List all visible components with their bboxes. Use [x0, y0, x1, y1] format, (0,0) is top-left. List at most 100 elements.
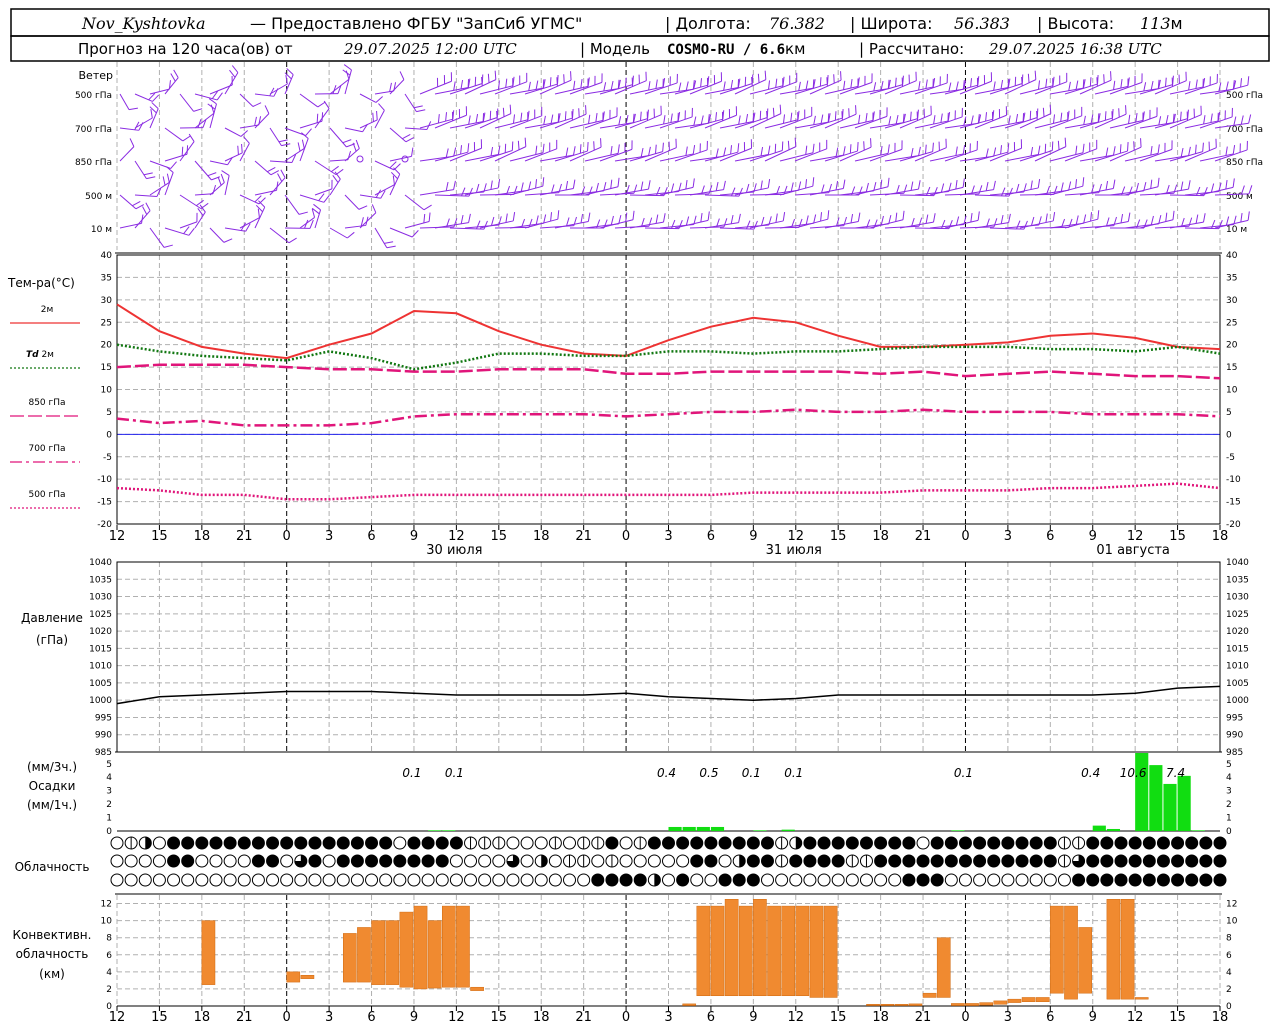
wind-feather	[857, 212, 861, 222]
wind-feather	[843, 80, 846, 90]
wind-feather	[1021, 76, 1023, 86]
day-label: 31 июля	[766, 543, 822, 558]
wind-feather	[775, 213, 778, 223]
cloud-symbol	[647, 854, 661, 868]
cloud-symbol	[251, 854, 265, 868]
wind-feather	[148, 92, 156, 101]
wind-feather	[1045, 78, 1048, 88]
conv-title-1: Конвективн.	[13, 928, 92, 942]
pressure-ytick: 1030	[89, 593, 112, 603]
legend-label: 2м	[41, 305, 54, 315]
cloud-symbol	[195, 873, 209, 887]
cloud-symbol	[1015, 836, 1029, 850]
cloud-symbol	[124, 873, 138, 887]
wind-feather	[648, 81, 651, 91]
wind-feather	[151, 102, 159, 110]
wind-feather	[1000, 79, 1004, 90]
cloud-symbol	[379, 836, 393, 850]
wind-feather	[1045, 213, 1048, 223]
wind-feather	[610, 215, 614, 225]
cloud-symbol	[1015, 854, 1029, 868]
wind-feather	[700, 115, 704, 125]
wind-feather	[487, 73, 490, 83]
cloud-symbol	[944, 836, 958, 850]
wind-feather	[707, 211, 710, 221]
wind-feather	[948, 82, 952, 92]
precip-ytick: 0	[1226, 827, 1232, 837]
wind-feather	[390, 171, 398, 180]
cloud-symbol	[845, 836, 859, 850]
wind-feather	[865, 182, 869, 192]
precip-ytick: 1	[106, 814, 112, 824]
wind-feather	[798, 81, 801, 91]
cloud-symbol	[888, 854, 902, 868]
wind-feather	[654, 144, 657, 154]
wind-feather	[819, 77, 822, 87]
wind-feather	[993, 180, 996, 190]
wind-feather	[715, 112, 718, 122]
cloud-symbol	[1156, 836, 1170, 850]
cloud-symbol	[1057, 873, 1071, 887]
wind-feather	[909, 111, 912, 121]
calc-time: 29.07.2025 16:38 UTC	[988, 40, 1162, 58]
cloud-symbol	[548, 854, 562, 868]
precip-bar	[442, 830, 456, 831]
wind-barb	[1169, 221, 1204, 229]
wind-feather	[1000, 214, 1004, 224]
cloud-symbol	[421, 836, 435, 850]
x-tick-label: 15	[151, 529, 168, 544]
wind-feather	[1240, 78, 1243, 88]
wind-barb	[389, 173, 401, 196]
wind-feather	[181, 146, 184, 156]
wind-barb	[239, 194, 260, 205]
x-tick-label: 0	[961, 1010, 969, 1024]
wind-feather	[556, 77, 558, 87]
wind-feather	[610, 80, 614, 90]
conv-ytick: 10	[1226, 917, 1238, 927]
wind-feather	[692, 144, 696, 155]
wind-feather	[460, 214, 464, 224]
wind-barb	[629, 221, 664, 229]
cloud-symbol	[181, 854, 195, 868]
precip-ytick: 5	[106, 760, 112, 770]
wind-feather	[428, 212, 431, 222]
convective-bar	[470, 986, 484, 991]
cloud-symbol	[1100, 854, 1114, 868]
wind-feather	[1112, 179, 1116, 189]
wind-barb	[854, 152, 889, 162]
forecast-prefix: Прогноз на 120 часа(ов) от	[78, 40, 293, 58]
wind-feather	[610, 146, 613, 156]
cloud-symbol	[1043, 836, 1057, 850]
cloud-symbol	[209, 854, 223, 868]
wind-feather	[648, 146, 651, 156]
wind-barb	[434, 151, 468, 162]
cloud-symbol	[449, 873, 463, 887]
temp-ytick: 30	[1226, 296, 1238, 306]
wind-feather	[940, 113, 943, 123]
temp-ytick: -5	[1226, 453, 1235, 463]
x-tick-label: 3	[1004, 1010, 1012, 1024]
wind-feather	[1083, 115, 1086, 125]
wind-feather	[895, 114, 899, 124]
precip-bar	[1092, 825, 1106, 831]
precip-value-label: 0.5	[699, 766, 718, 780]
x-tick-label: 9	[749, 1010, 757, 1024]
wind-feather	[826, 77, 828, 87]
conv-yticks-right: 121086420	[1226, 900, 1238, 1012]
wind-barb	[389, 227, 413, 238]
wind-feather	[833, 74, 835, 84]
precip-value-label: 0.1	[742, 766, 761, 780]
pressure-ytick: 1015	[89, 644, 112, 654]
wind-feather	[1150, 146, 1153, 156]
convective-bar	[979, 1002, 993, 1006]
cloud-symbol	[308, 854, 322, 868]
pressure-ytick: 1020	[1226, 627, 1249, 637]
wind-feather	[210, 104, 215, 114]
wind-feather	[730, 145, 733, 155]
wind-feather	[207, 172, 217, 177]
wind-feather	[1140, 138, 1142, 148]
wind-feather	[1060, 182, 1064, 192]
cloud-symbol	[181, 873, 195, 887]
cloud-symbol	[167, 854, 181, 868]
wind-feather	[255, 204, 263, 213]
